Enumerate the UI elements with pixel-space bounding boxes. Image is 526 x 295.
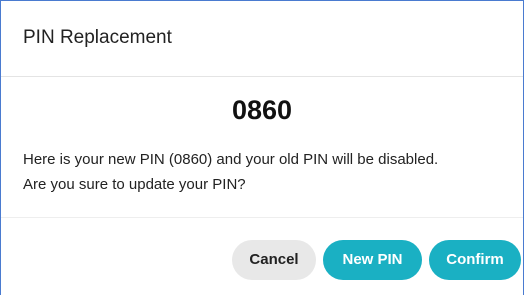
new-pin-value: 0860: [231, 95, 293, 125]
confirm-button[interactable]: Confirm: [429, 240, 521, 280]
message-line-2: Are you sure to update your PIN?: [23, 176, 246, 193]
dialog-message: Here is your new PIN (0860) and your old…: [23, 147, 513, 197]
message-line-1: Here is your new PIN (0860) and your old…: [23, 151, 439, 168]
new-pin-button[interactable]: New PIN: [323, 240, 422, 280]
dialog-header: PIN Replacement: [1, 1, 523, 77]
cancel-button[interactable]: Cancel: [232, 240, 316, 280]
footer-divider: [1, 217, 523, 218]
pin-replacement-dialog: PIN Replacement 0860 Here is your new PI…: [0, 0, 524, 295]
dialog-title: PIN Replacement: [23, 27, 172, 48]
